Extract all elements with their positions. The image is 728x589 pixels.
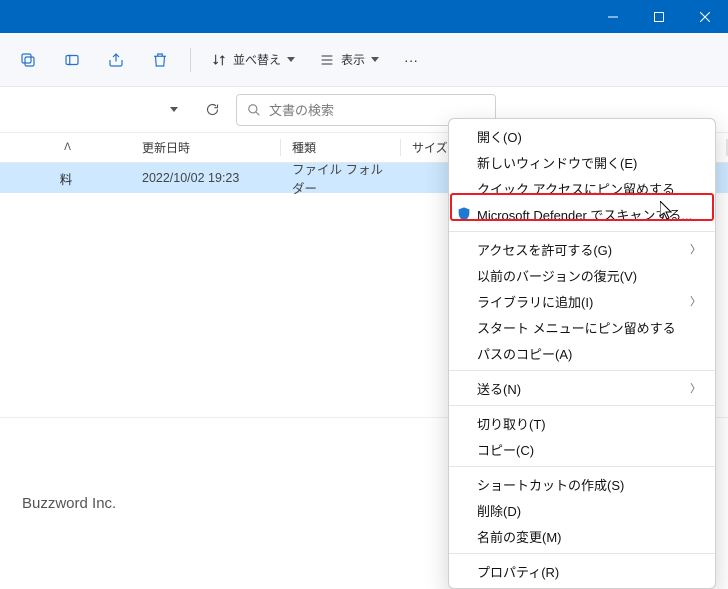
copy-icon[interactable] <box>8 42 48 78</box>
ctx-open-new-window[interactable]: 新しいウィンドウで開く(E) <box>449 149 715 175</box>
breadcrumb-dropdown[interactable] <box>160 96 188 124</box>
header-date[interactable]: 更新日時 <box>132 133 282 162</box>
ctx-copy[interactable]: コピー(C) <box>449 436 715 462</box>
ctx-separator <box>449 370 715 371</box>
ctx-defender-scan[interactable]: Microsoft Defender でスキャンする... <box>449 201 715 227</box>
header-type[interactable]: 種類 <box>282 133 402 162</box>
maximize-button[interactable] <box>636 0 682 33</box>
cell-name: 料 <box>0 163 132 193</box>
cell-date: 2022/10/02 19:23 <box>132 163 282 193</box>
sort-indicator-icon: ᐱ <box>64 142 71 153</box>
brand-label: Buzzword Inc. <box>22 495 116 512</box>
context-menu: 開く(O) 新しいウィンドウで開く(E) クイック アクセスにピン留めする Mi… <box>448 118 716 589</box>
header-name[interactable]: ᐱ <box>0 133 132 162</box>
view-button[interactable]: 表示 <box>309 42 389 78</box>
chevron-right-icon: 〉 <box>690 380 701 396</box>
ctx-cut[interactable]: 切り取り(T) <box>449 410 715 436</box>
ctx-pin-start[interactable]: スタート メニューにピン留めする <box>449 314 715 340</box>
chevron-right-icon: 〉 <box>690 293 701 309</box>
ctx-add-library[interactable]: ライブラリに追加(I)〉 <box>449 288 715 314</box>
delete-icon[interactable] <box>140 42 180 78</box>
sort-label: 並べ替え <box>233 51 281 68</box>
view-label: 表示 <box>341 51 365 68</box>
ctx-delete[interactable]: 削除(D) <box>449 497 715 523</box>
ctx-restore-versions[interactable]: 以前のバージョンの復元(V) <box>449 262 715 288</box>
ctx-send-to[interactable]: 送る(N)〉 <box>449 375 715 401</box>
ctx-separator <box>449 405 715 406</box>
ctx-grant-access[interactable]: アクセスを許可する(G)〉 <box>449 236 715 262</box>
share-icon[interactable] <box>96 42 136 78</box>
close-button[interactable] <box>682 0 728 33</box>
ctx-pin-quick-access[interactable]: クイック アクセスにピン留めする <box>449 175 715 201</box>
toolbar-separator <box>190 48 191 72</box>
ctx-separator <box>449 231 715 232</box>
ctx-properties[interactable]: プロパティ(R) <box>449 558 715 584</box>
refresh-button[interactable] <box>198 96 226 124</box>
search-icon <box>247 103 261 117</box>
ctx-separator <box>449 466 715 467</box>
chevron-down-icon <box>371 57 379 62</box>
toolbar: 並べ替え 表示 ··· <box>0 33 728 87</box>
more-button[interactable]: ··· <box>393 52 429 68</box>
ctx-copy-path[interactable]: パスのコピー(A) <box>449 340 715 366</box>
search-placeholder: 文書の検索 <box>269 100 334 119</box>
sort-button[interactable]: 並べ替え <box>201 42 305 78</box>
ctx-rename[interactable]: 名前の変更(M) <box>449 523 715 549</box>
rename-icon[interactable] <box>52 42 92 78</box>
ctx-create-shortcut[interactable]: ショートカットの作成(S) <box>449 471 715 497</box>
chevron-down-icon <box>287 57 295 62</box>
ctx-separator <box>449 553 715 554</box>
ctx-open[interactable]: 開く(O) <box>449 123 715 149</box>
window-titlebar <box>0 0 728 33</box>
cell-type: ファイル フォルダー <box>282 163 402 193</box>
minimize-button[interactable] <box>590 0 636 33</box>
shield-icon <box>456 206 472 222</box>
chevron-right-icon: 〉 <box>690 241 701 257</box>
